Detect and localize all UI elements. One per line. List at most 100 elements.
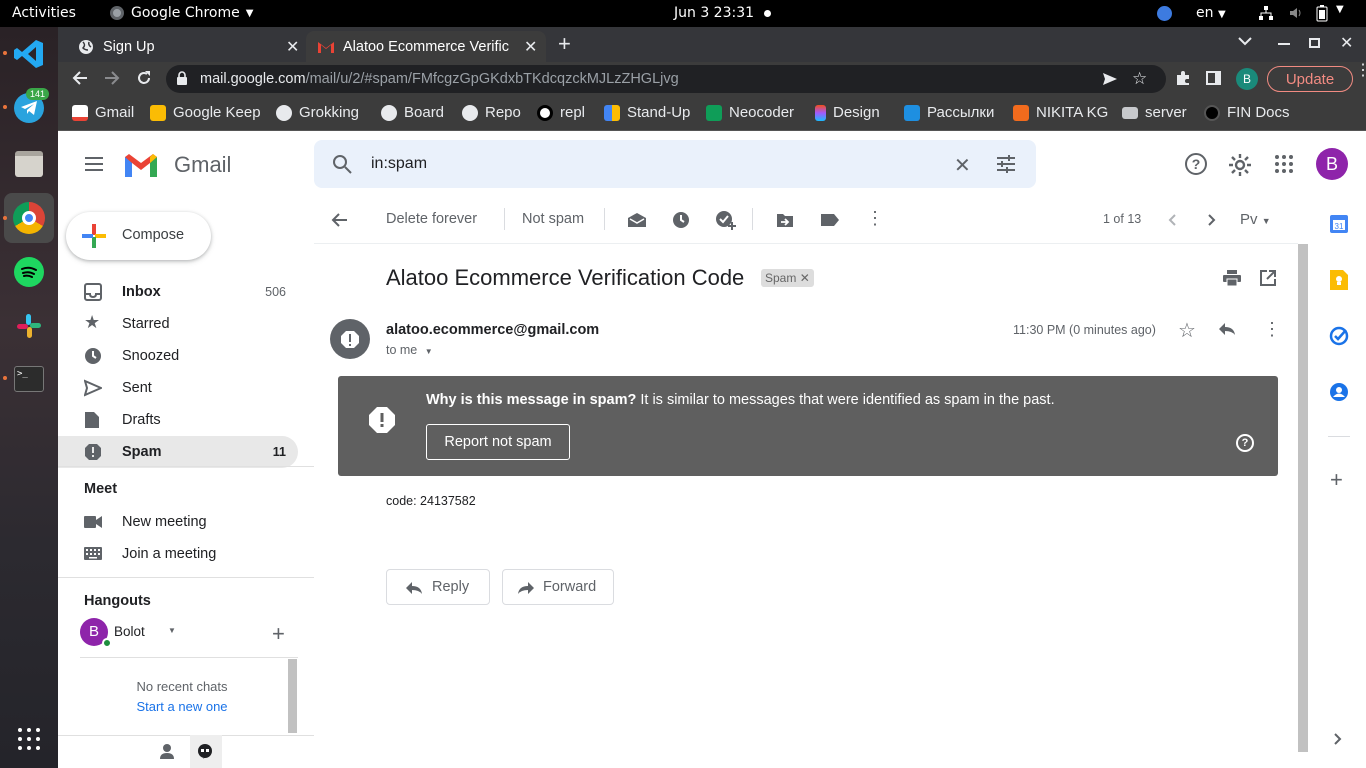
hangouts-quote-icon[interactable] [197,744,213,760]
tasks-icon[interactable] [1326,323,1352,349]
spotify-icon[interactable] [9,252,49,292]
reload-icon[interactable] [136,70,152,86]
show-applications-icon[interactable] [17,727,41,751]
add-chat-icon[interactable]: + [272,621,285,647]
snooze-clock-icon[interactable] [672,211,690,229]
tab-search-chevron-icon[interactable] [1238,36,1252,46]
mark-unread-icon[interactable] [627,212,647,228]
bookmark-repl[interactable]: repl [537,104,585,121]
bookmark-repo[interactable]: Repo [462,104,521,121]
bookmark-board[interactable]: Board [381,104,444,121]
volume-icon[interactable] [1288,5,1304,21]
clock[interactable]: Jun 3 23:31 [674,5,754,21]
bookmark-fin-docs[interactable]: FIN Docs [1204,104,1290,121]
calendar-icon[interactable]: 31 [1326,211,1352,237]
bookmark-gmail[interactable]: Gmail [72,104,134,121]
forward-icon[interactable] [104,70,120,86]
sender-email[interactable]: alatoo.ecommerce@gmail.com [386,322,599,338]
move-to-icon[interactable] [776,212,794,228]
app-menu[interactable]: Google Chrome ▼ [110,5,253,21]
bookmark-rassylki[interactable]: Рассылки [904,104,994,121]
nav-inbox[interactable]: Inbox 506 [58,276,298,308]
battery-icon[interactable] [1316,5,1328,22]
main-menu-icon[interactable] [84,156,104,172]
vscode-icon[interactable] [9,34,49,74]
tab-sign-up[interactable]: Sign Up ✕ [66,31,306,62]
more-options-icon[interactable]: ⋮ [866,209,884,227]
back-icon[interactable] [72,70,88,86]
bookmark-google-keep[interactable]: Google Keep [150,104,261,121]
bookmark-star-icon[interactable]: ☆ [1132,69,1147,89]
close-tab-icon[interactable]: ✕ [286,37,299,57]
compose-button[interactable]: Compose [66,212,211,260]
bookmark-grokking[interactable]: Grokking [276,104,359,121]
language-indicator[interactable]: en ▼ [1196,5,1226,21]
close-window-icon[interactable]: ✕ [1340,33,1353,53]
start-new-chat-link[interactable]: Start a new one [58,699,306,714]
contacts-person-icon[interactable] [160,744,174,760]
open-new-window-icon[interactable] [1260,270,1276,286]
meet-join-meeting[interactable]: Join a meeting [58,538,298,570]
minimize-window-icon[interactable] [1278,43,1290,45]
newer-chevron-icon[interactable] [1168,214,1176,226]
message-scrollbar[interactable] [1298,244,1308,752]
slack-icon[interactable] [9,306,49,346]
settings-gear-icon[interactable] [1228,153,1252,177]
not-spam-button[interactable]: Not spam [522,211,584,227]
network-status-icon[interactable] [1157,6,1172,21]
apps-grid-icon[interactable] [1275,155,1293,173]
back-to-spam-icon[interactable] [330,212,348,228]
get-addons-plus-icon[interactable]: + [1330,467,1343,493]
remove-label-icon[interactable]: ✕ [800,271,810,285]
terminal-icon[interactable]: >_ [9,359,49,399]
hangouts-scrollbar[interactable] [288,659,297,733]
older-chevron-icon[interactable] [1208,214,1216,226]
show-side-panel-chevron-icon[interactable] [1334,733,1342,745]
update-button[interactable]: Update [1267,66,1353,92]
input-tools-button[interactable]: Рv ▼ [1240,211,1271,228]
clear-search-icon[interactable]: ✕ [954,153,971,178]
nav-sent[interactable]: Sent [58,372,298,404]
keep-icon[interactable] [1326,267,1352,293]
nav-snoozed[interactable]: Snoozed [58,340,298,372]
profile-avatar[interactable]: B [1236,68,1258,90]
close-tab-icon[interactable]: ✕ [524,37,537,57]
help-icon[interactable]: ? [1236,434,1254,452]
message-more-icon[interactable]: ⋮ [1263,319,1281,340]
tab-alatoo-verification[interactable]: Alatoo Ecommerce Verific ✕ [306,31,546,62]
address-bar[interactable]: mail.google.com/mail/u/2/#spam/FMfcgzGpG… [166,65,1166,93]
bookmark-server[interactable]: server [1122,104,1187,121]
hangouts-user[interactable]: B Bolot ▼ [80,617,260,648]
recipient-details[interactable]: to me ▼ [386,343,433,357]
bookmark-nikita-kg[interactable]: NIKITA KG [1013,104,1108,121]
nav-starred[interactable]: ★ Starred [58,308,298,340]
star-message-icon[interactable]: ☆ [1178,318,1196,343]
search-options-icon[interactable] [996,154,1016,174]
reply-button[interactable]: Reply [386,569,490,605]
new-tab-icon[interactable]: + [558,31,571,57]
system-menu-chevron-icon[interactable]: ▼ [1336,4,1344,15]
bookmark-design[interactable]: Design [815,104,880,121]
contacts-icon[interactable] [1326,379,1352,405]
account-avatar[interactable]: B [1316,148,1348,180]
meet-new-meeting[interactable]: New meeting [58,506,298,538]
help-icon[interactable]: ? [1185,153,1207,175]
delete-forever-button[interactable]: Delete forever [386,211,477,227]
lock-icon[interactable] [176,71,188,85]
bookmark-stand-up[interactable]: Stand-Up [604,104,690,121]
gmail-logo-icon[interactable] [123,151,159,179]
search-bar[interactable]: in:spam ✕ [314,140,1036,188]
network-icon[interactable] [1258,5,1274,21]
side-panel-icon[interactable] [1206,71,1221,85]
add-to-tasks-icon[interactable] [715,210,737,230]
activities-button[interactable]: Activities [12,5,76,21]
send-icon[interactable] [1102,71,1118,87]
bookmark-neocoder[interactable]: Neocoder [706,104,794,121]
chrome-menu-icon[interactable]: ⋮ [1355,63,1366,79]
nav-drafts[interactable]: Drafts [58,404,298,436]
nav-spam[interactable]: Spam 11 [58,436,298,468]
label-tag-icon[interactable] [820,213,840,227]
reply-icon[interactable] [1218,322,1236,336]
report-not-spam-button[interactable]: Report not spam [426,424,570,460]
print-icon[interactable] [1223,270,1241,286]
